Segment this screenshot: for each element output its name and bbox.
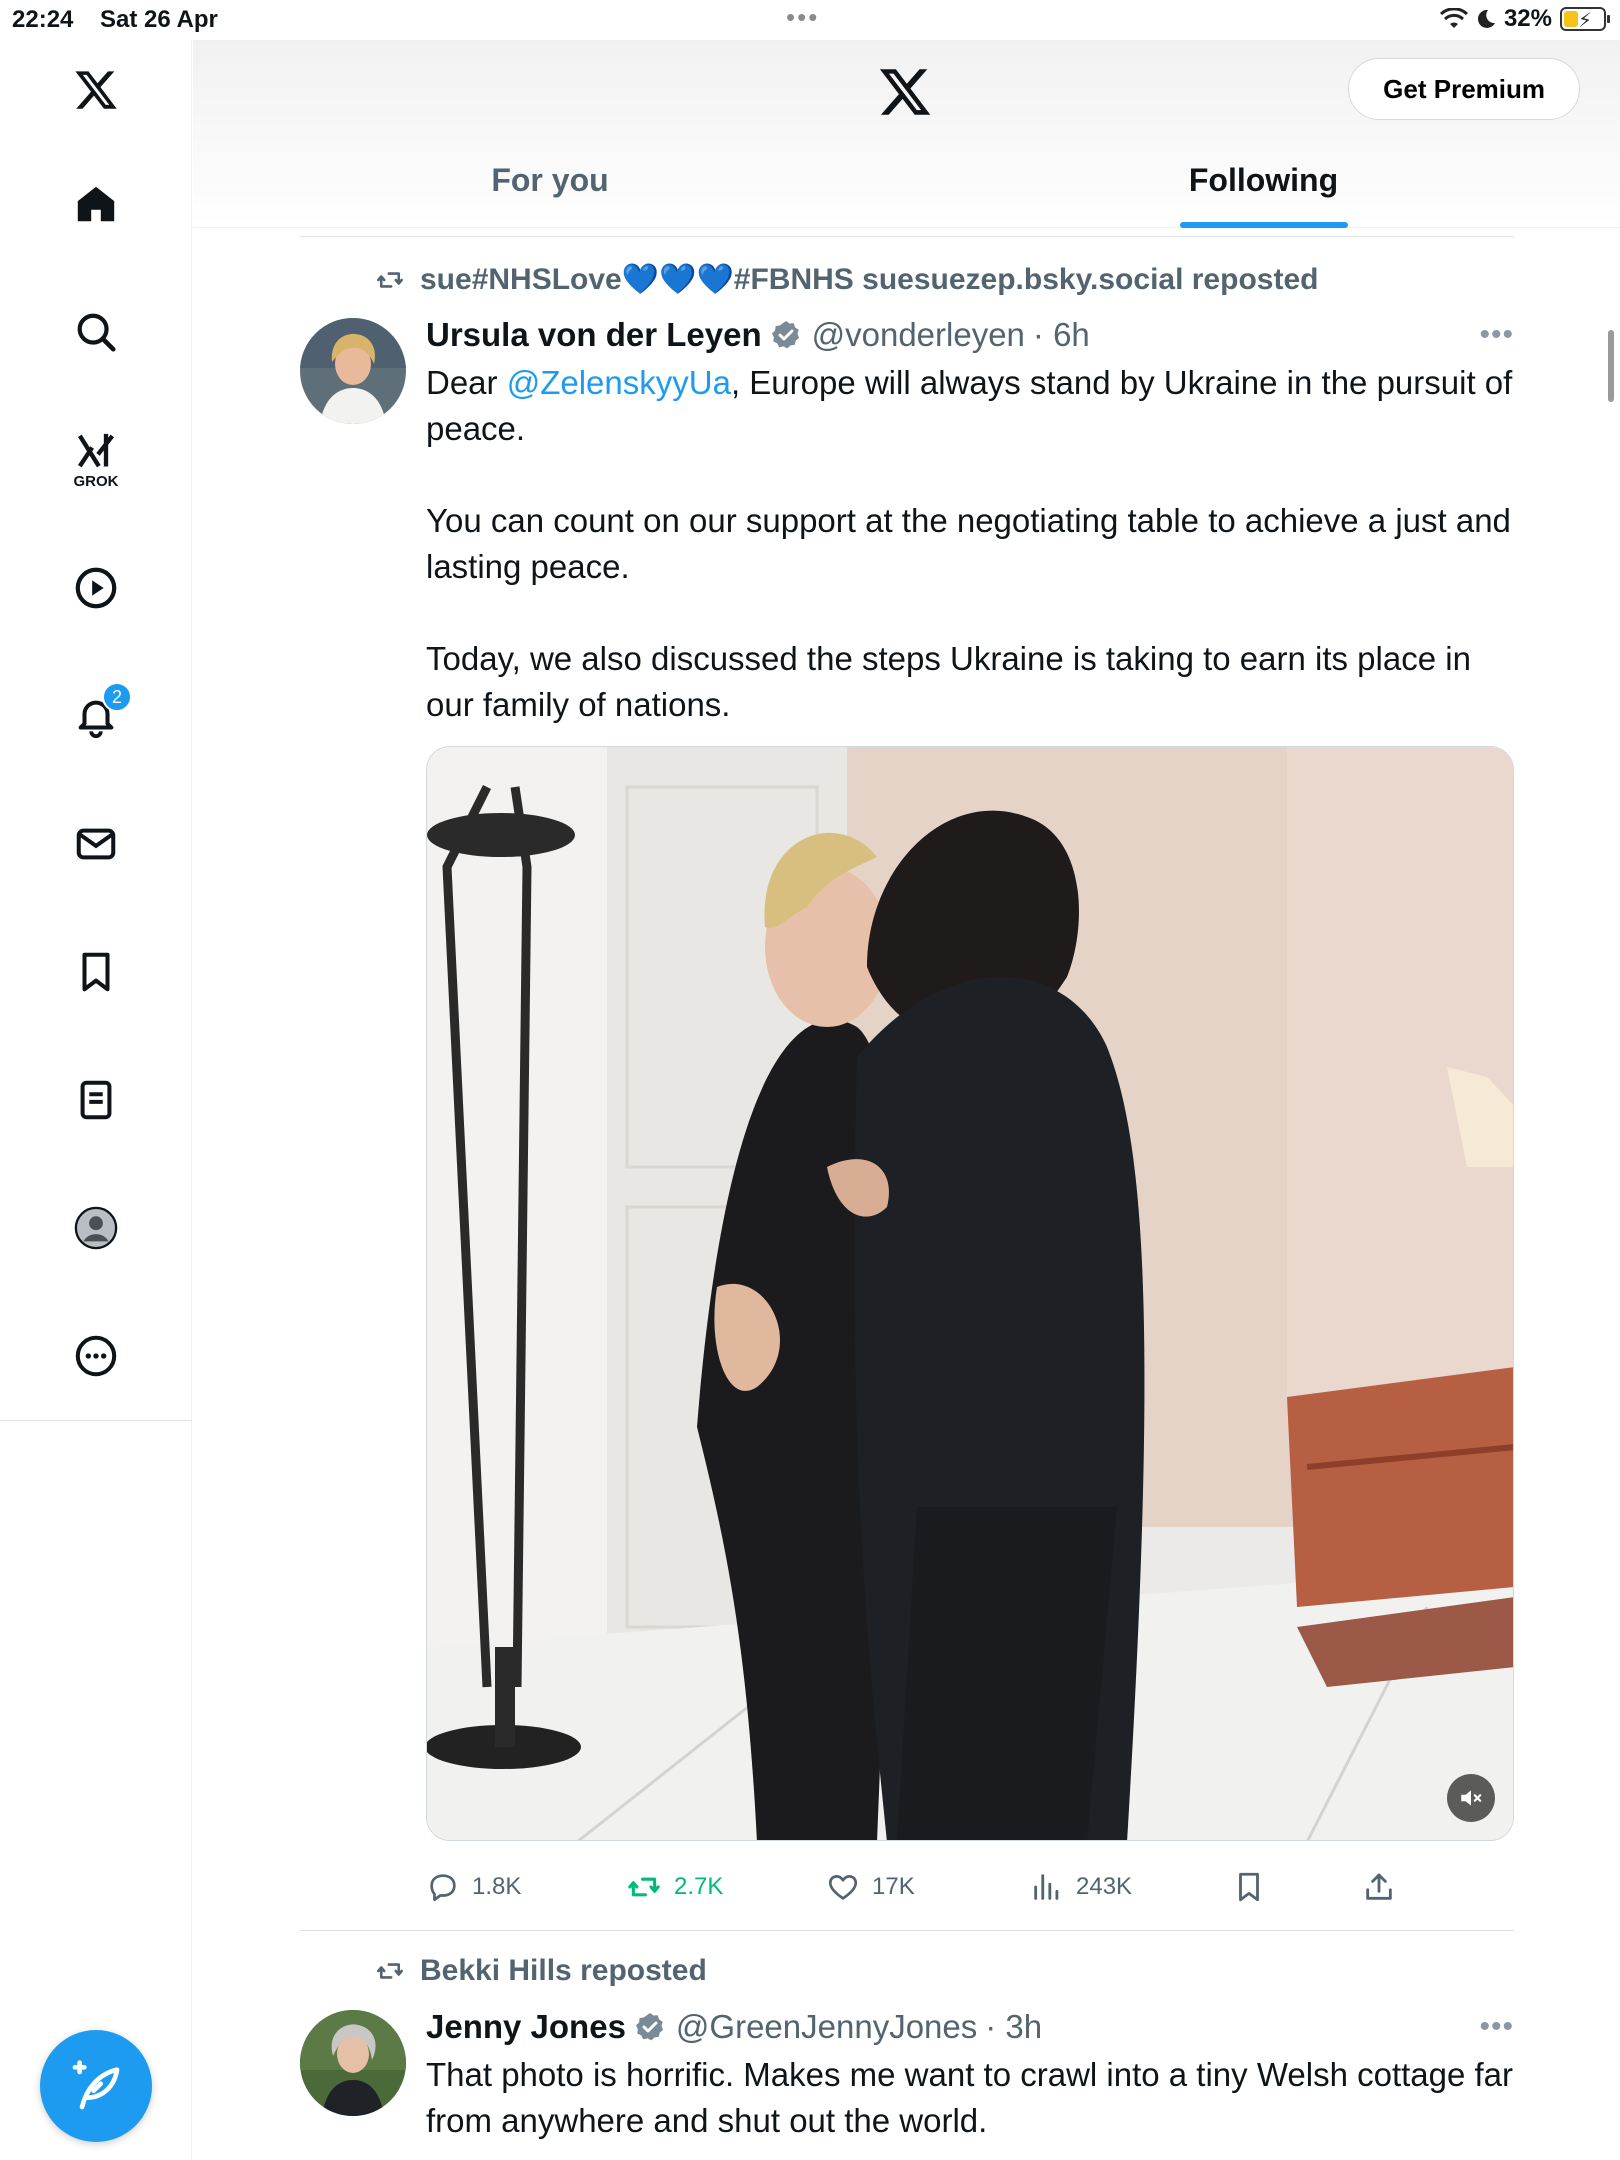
author-handle[interactable]: @vonderleyen <box>812 316 1025 354</box>
video-frame <box>427 747 1513 1840</box>
tweet-text-segment: Dear <box>426 364 507 401</box>
status-date: Sat 26 Apr <box>100 6 218 33</box>
grok-label: GROK <box>73 472 119 490</box>
repost-icon <box>377 1963 403 1979</box>
tweet-actions: 1.8K 2.7K 17K 243K <box>426 1860 1514 1916</box>
bookmark-icon <box>1239 1872 1259 1902</box>
sidebar-divider <box>0 1420 192 1421</box>
active-tab-indicator <box>1179 222 1348 228</box>
video-icon[interactable] <box>56 548 136 628</box>
tweet-author-line: Jenny Jones @GreenJennyJones · 3h ••• <box>426 2004 1514 2050</box>
verified-badge-icon <box>634 2011 666 2043</box>
mention-link[interactable]: @ZelenskyyUa <box>507 364 731 401</box>
more-options-icon[interactable] <box>56 1316 136 1396</box>
tweet-body: That photo is horrific. Makes me want to… <box>426 2052 1516 2160</box>
tab-following[interactable]: Following <box>907 140 1620 228</box>
reply-icon <box>430 1874 456 1902</box>
battery-percent: 32% <box>1503 5 1552 32</box>
bookmark-button[interactable] <box>1232 1870 1266 1904</box>
author-name[interactable]: Jenny Jones <box>426 2008 626 2046</box>
scrollbar[interactable] <box>1608 330 1614 402</box>
reply-button[interactable]: 1.8K <box>426 1870 521 1904</box>
share-icon <box>1366 1873 1392 1900</box>
repost-indicator: sue#NHSLove💙💙💙#FBNHS suesuezep.bsky.soci… <box>374 262 1318 297</box>
tweet-author-line: Ursula von der Leyen @vonderleyen · 6h •… <box>426 312 1514 358</box>
views-button[interactable]: 243K <box>1030 1870 1132 1904</box>
avatar[interactable] <box>300 2010 406 2116</box>
x-logo-icon[interactable] <box>877 64 933 120</box>
x-logo-icon[interactable] <box>56 50 136 130</box>
repost-icon <box>377 271 403 288</box>
compose-post-button[interactable] <box>40 2030 152 2142</box>
author-handle[interactable]: @GreenJennyJones <box>676 2008 977 2046</box>
tweet-time[interactable]: · 6h <box>1033 316 1090 354</box>
battery-icon: ⚡ <box>1560 7 1610 32</box>
repost-button[interactable]: 2.7K <box>626 1870 723 1904</box>
heart-icon <box>828 1875 858 1900</box>
reply-count: 1.8K <box>472 1873 522 1900</box>
repost-count: 2.7K <box>674 1873 724 1900</box>
views-chart-icon <box>1034 1874 1059 1900</box>
tweet-more-icon[interactable]: ••• <box>1479 2010 1514 2044</box>
tweet[interactable]: sue#NHSLove💙💙💙#FBNHS suesuezep.bsky.soci… <box>300 236 1514 1930</box>
status-time: 22:24 <box>12 6 74 33</box>
profile-avatar-icon[interactable] <box>56 1188 136 1268</box>
tab-following-label: Following <box>1188 162 1339 198</box>
grok-icon[interactable]: GROK <box>56 420 136 500</box>
notification-badge: 2 <box>102 682 132 712</box>
search-icon[interactable] <box>56 292 136 372</box>
status-indicators: 32% ⚡ <box>1439 5 1610 33</box>
views-count: 243K <box>1076 1873 1133 1900</box>
tweet-paragraph: Dear @ZelenskyyUa, Europe will always st… <box>426 360 1516 452</box>
compose-feather-icon <box>72 2060 120 2110</box>
status-bar: 22:24 Sat 26 Apr ••• 32% ⚡ <box>0 0 1620 40</box>
tweet-body: Dear @ZelenskyyUa, Europe will always st… <box>426 360 1516 774</box>
get-premium-button[interactable]: Get Premium <box>1348 58 1580 120</box>
wifi-icon <box>1439 8 1468 28</box>
home-icon[interactable] <box>56 164 136 244</box>
notifications-icon[interactable]: 2 <box>56 676 136 756</box>
multitasking-dots-icon[interactable]: ••• <box>786 2 819 33</box>
tweet-paragraph: That photo is horrific. Makes me want to… <box>426 2056 1514 2139</box>
volume-muted-icon <box>1461 1790 1482 1806</box>
share-button[interactable] <box>1362 1870 1396 1904</box>
avatar[interactable] <box>300 318 406 424</box>
lists-icon[interactable] <box>56 1060 136 1140</box>
tab-for-you[interactable]: For you <box>193 140 907 228</box>
repost-text: sue#NHSLove💙💙💙#FBNHS suesuezep.bsky.soci… <box>420 263 1319 296</box>
author-name[interactable]: Ursula von der Leyen <box>426 316 762 354</box>
tweet-paragraph: Today, we also discussed the steps Ukrai… <box>426 640 1471 723</box>
messages-icon[interactable] <box>56 804 136 884</box>
timeline-header: Get Premium For you Following <box>193 40 1620 228</box>
tab-for-you-label: For you <box>491 162 609 198</box>
tweet-more-icon[interactable]: ••• <box>1479 318 1514 352</box>
mute-button[interactable] <box>1447 1774 1495 1822</box>
moon-icon <box>1477 9 1495 28</box>
tweet-time[interactable]: · 3h <box>985 2008 1042 2046</box>
tweet[interactable]: Bekki Hills reposted Jenny Jones @GreenJ… <box>300 1930 1514 2160</box>
like-button[interactable]: 17K <box>826 1870 915 1904</box>
repost-text: Bekki Hills reposted <box>420 1954 707 1987</box>
tweet-paragraph: You can count on our support at the nego… <box>426 502 1511 585</box>
bookmarks-icon[interactable] <box>56 932 136 1012</box>
sidebar: GROK 2 <box>0 40 192 2160</box>
like-count: 17K <box>872 1873 915 1900</box>
verified-badge-icon <box>770 319 802 351</box>
repost-icon <box>628 1877 660 1897</box>
repost-indicator: Bekki Hills reposted <box>374 1954 707 1988</box>
tweet-video[interactable] <box>426 746 1514 1841</box>
